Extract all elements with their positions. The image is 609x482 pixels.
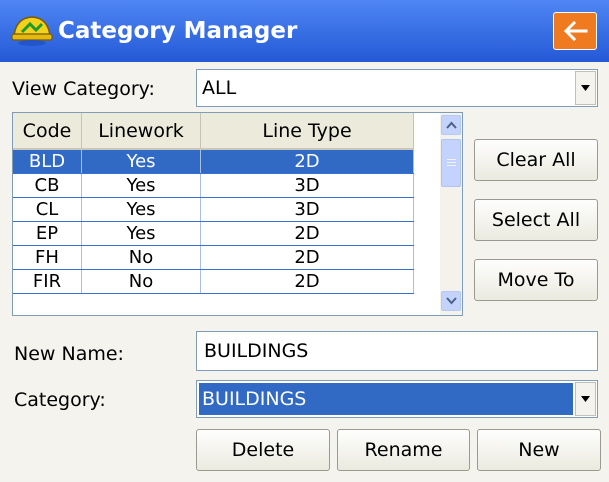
cell-code: CB	[13, 173, 82, 198]
scroll-thumb[interactable]	[441, 139, 461, 187]
category-table[interactable]: Code Linework Line Type BLD Yes 2D CB Yes 3D C…	[12, 112, 463, 316]
scroll-up-button[interactable]	[441, 115, 461, 135]
cell-code: BLD	[13, 149, 82, 174]
chevron-down-icon	[581, 85, 590, 91]
back-button[interactable]	[553, 12, 597, 50]
cell-code: EP	[13, 221, 82, 246]
view-category-value: ALL	[202, 77, 237, 99]
table-row[interactable]: EP Yes 2D	[13, 221, 414, 246]
title-bar: Category Manager	[0, 0, 609, 62]
table-scrollbar[interactable]	[440, 113, 462, 315]
rename-button[interactable]: Rename	[337, 429, 470, 471]
chevron-up-icon	[446, 121, 457, 129]
move-to-button[interactable]: Move To	[474, 259, 598, 301]
category-selected-highlight: BUILDINGS	[199, 383, 573, 415]
view-category-label: View Category:	[12, 78, 155, 100]
cell-code: CL	[13, 197, 82, 222]
scroll-down-button[interactable]	[441, 291, 461, 311]
table-row[interactable]: CL Yes 3D	[13, 197, 414, 222]
cell-line-type: 2D	[200, 221, 414, 246]
header-linework[interactable]: Linework	[81, 113, 201, 150]
cell-linework: Yes	[81, 221, 201, 246]
view-category-select[interactable]: ALL	[196, 69, 598, 107]
cell-linework: No	[81, 269, 201, 294]
table-row[interactable]: FIR No 2D	[13, 269, 414, 294]
category-select[interactable]: BUILDINGS	[196, 380, 598, 418]
cell-code: FH	[13, 245, 82, 270]
new-name-input[interactable]: BUILDINGS	[196, 331, 598, 371]
cell-linework: Yes	[81, 149, 201, 174]
delete-button[interactable]: Delete	[196, 429, 330, 471]
cell-line-type: 3D	[200, 173, 414, 198]
cell-line-type: 2D	[200, 269, 414, 294]
cell-line-type: 2D	[200, 149, 414, 174]
cell-line-type: 3D	[200, 197, 414, 222]
cell-linework: Yes	[81, 197, 201, 222]
select-all-button[interactable]: Select All	[474, 199, 598, 241]
header-line-type[interactable]: Line Type	[200, 113, 414, 150]
cell-linework: Yes	[81, 173, 201, 198]
chevron-down-icon	[581, 396, 590, 402]
category-label: Category:	[14, 389, 106, 411]
new-name-value: BUILDINGS	[204, 340, 309, 362]
hard-hat-icon	[11, 16, 53, 46]
chevron-down-icon	[446, 297, 457, 305]
table-row[interactable]: BLD Yes 2D	[13, 149, 414, 174]
cell-code: FIR	[13, 269, 82, 294]
new-button[interactable]: New	[477, 429, 601, 471]
back-arrow-icon	[563, 20, 588, 42]
clear-all-button[interactable]: Clear All	[474, 139, 598, 181]
category-value: BUILDINGS	[202, 388, 307, 410]
window-title: Category Manager	[58, 18, 298, 44]
view-category-dropdown-button[interactable]	[575, 71, 596, 105]
table-row[interactable]: CB Yes 3D	[13, 173, 414, 198]
table-row[interactable]: FH No 2D	[13, 245, 414, 270]
new-name-label: New Name:	[14, 343, 124, 365]
cell-linework: No	[81, 245, 201, 270]
cell-line-type: 2D	[200, 245, 414, 270]
category-dropdown-button[interactable]	[575, 382, 596, 416]
header-code[interactable]: Code	[13, 113, 82, 150]
